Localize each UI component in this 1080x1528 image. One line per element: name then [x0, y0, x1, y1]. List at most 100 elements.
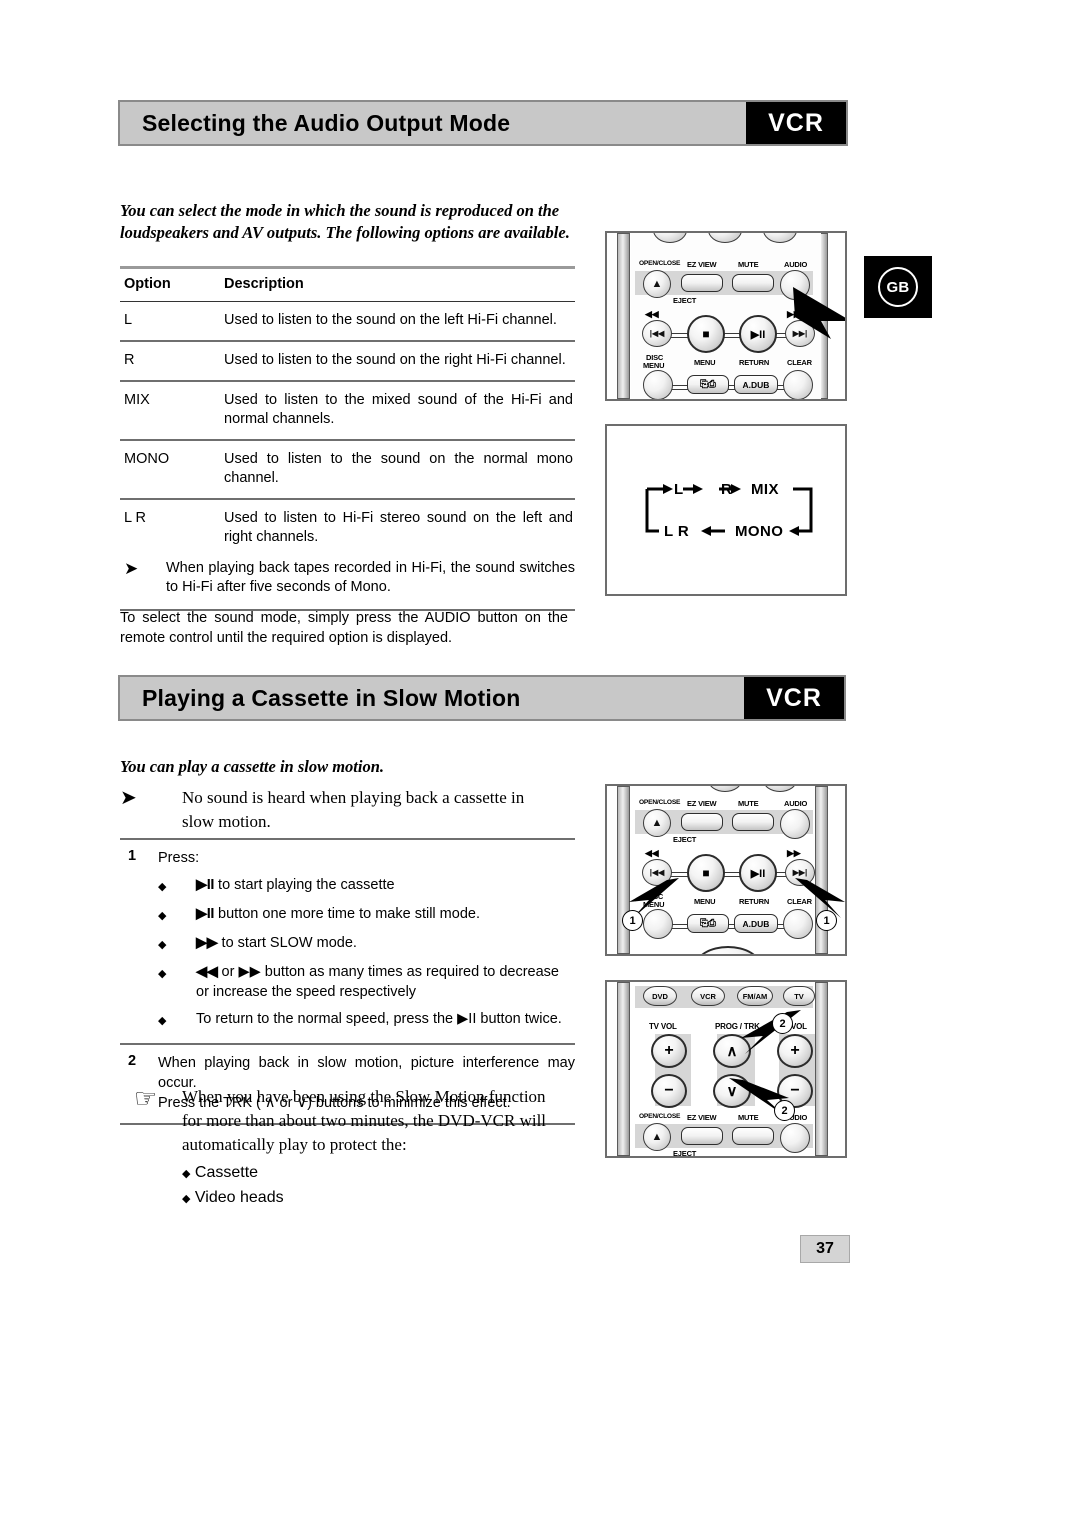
bullet-diamond-icon: ◆	[158, 1015, 167, 1027]
page-number: 37	[800, 1235, 850, 1263]
callout-1-right: 1	[816, 910, 837, 931]
label-return: RETURN	[739, 897, 770, 906]
remote-button-audio[interactable]	[780, 809, 810, 839]
remote-button-tv[interactable]: TV	[783, 986, 815, 1006]
button-glyph-fast-forward: ▶▶	[196, 935, 218, 951]
label-rew: ◀◀	[645, 848, 659, 858]
figure-audio-mode-cycle: L R MIX MONO L R	[605, 424, 847, 596]
pointing-hand-icon: ☞	[134, 1083, 158, 1113]
label-open-close: OPEN/CLOSE	[639, 799, 681, 806]
cell-option: MIX	[124, 392, 150, 408]
remote-button-fm-am[interactable]: FM/AM	[737, 986, 773, 1006]
remote-button-eject[interactable]: ▲	[643, 270, 671, 298]
label-eject: EJECT	[673, 835, 697, 844]
page-number-label: 37	[816, 1240, 834, 1257]
cell-description: Used to listen to the sound on the left …	[224, 312, 557, 328]
remote-button-ez-view[interactable]	[681, 274, 723, 292]
label-plus: +	[664, 1042, 674, 1059]
remote-button-partial-top-2[interactable]	[763, 786, 797, 792]
remote-button-mute[interactable]	[732, 813, 774, 831]
remote-button-ez-view[interactable]	[681, 1127, 723, 1145]
label-menu: MENU	[694, 897, 716, 906]
step-1-bullet: ◆ ▶▶ to start SLOW mode.	[158, 933, 575, 955]
remote-button-ez-view[interactable]	[681, 813, 723, 831]
column-header-description: Description	[224, 276, 304, 292]
remote-button-eject[interactable]: ▲	[643, 1123, 671, 1151]
column-header-option: Option	[124, 276, 171, 292]
remote-button-vcr[interactable]: VCR	[691, 986, 725, 1006]
cell-description: Used to listen to the sound on the norma…	[224, 451, 573, 486]
step-number: 1	[128, 848, 137, 864]
list-item: ◆ Video heads	[182, 1186, 552, 1211]
bullet-text: ▶▶ to start SLOW mode.	[196, 933, 575, 955]
label-fm-am: FM/AM	[742, 991, 768, 1001]
table-row: L R Used to listen to Hi-Fi stereo sound…	[120, 500, 575, 551]
remote-illustration: OPEN/CLOSE EZ VIEW MUTE AUDIO ▲ EJECT ◀◀…	[607, 233, 845, 399]
remote-button-menu[interactable]: ⎘⎙	[687, 375, 729, 394]
remote-left-edge	[617, 233, 630, 399]
label-eject: EJECT	[673, 1149, 697, 1158]
bullet-label: to start SLOW mode.	[221, 935, 357, 951]
remote-button-play-pause[interactable]: ▶II	[739, 854, 777, 892]
remote-jog-dial-partial[interactable]: ▲	[695, 946, 761, 954]
remote-button-audio[interactable]	[780, 1123, 810, 1153]
table-row: R Used to listen to the sound on the rig…	[120, 342, 575, 380]
remote-button-eject[interactable]: ▲	[643, 809, 671, 837]
label-up: ∧	[726, 1043, 738, 1060]
callout-2-lower: 2	[774, 1100, 795, 1121]
cell-option: L	[124, 312, 133, 328]
remote-button-menu[interactable]: ⎘⎙	[687, 914, 729, 933]
cell-description: Used to listen to the sound on the right…	[224, 352, 566, 368]
remote-illustration: OPEN/CLOSE EZ VIEW MUTE AUDIO ▲ EJECT ◀◀…	[607, 786, 845, 954]
remote-button-disc-menu[interactable]	[643, 370, 673, 399]
cell-description: Used to listen to the mixed sound of the…	[224, 392, 573, 427]
label-eject: EJECT	[673, 296, 697, 305]
cell-option: L R	[124, 510, 147, 526]
label-mute: MUTE	[738, 260, 759, 269]
table-row: L Used to listen to the sound on the lef…	[120, 302, 575, 340]
label-adub: A.DUB	[742, 379, 770, 390]
closing-note-list: ◆ Cassette ◆ Video heads	[182, 1161, 552, 1211]
bullet-label: to start playing the cassette	[218, 877, 395, 893]
remote-button-tv-vol-up[interactable]: +	[651, 1034, 687, 1068]
remote-button-mute[interactable]	[732, 274, 774, 292]
button-glyph-rewind: ◀◀	[196, 964, 218, 980]
remote-button-tv-vol-down[interactable]: −	[651, 1074, 687, 1108]
remote-button-stop[interactable]: ■	[687, 854, 725, 892]
bullet-diamond-icon: ◆	[158, 881, 167, 893]
section-title: Playing a Cassette in Slow Motion	[120, 677, 744, 719]
audio-option-table: Option Description L Used to listen to t…	[120, 266, 575, 611]
remote-button-skip-back[interactable]: |◀◀	[642, 320, 672, 347]
section-title: Selecting the Audio Output Mode	[120, 102, 746, 144]
closing-note-text: When you have been using the Slow Motion…	[182, 1087, 547, 1154]
cycle-diagram-arrows	[645, 484, 813, 536]
section-header-audio-output: Selecting the Audio Output Mode VCR	[118, 100, 848, 146]
remote-right-edge	[815, 982, 828, 1156]
bullet-diamond-icon: ◆	[158, 968, 167, 980]
remote-button-stop[interactable]: ■	[687, 315, 725, 353]
remote-button-clear[interactable]	[783, 370, 813, 399]
table-row: MIX Used to listen to the mixed sound of…	[120, 382, 575, 439]
cell-option: MONO	[124, 451, 170, 467]
list-item-label: Cassette	[194, 1164, 259, 1181]
section1-intro: You can select the mode in which the sou…	[120, 201, 570, 242]
slow-motion-steps: 1 Press: ◆ ▶II to start playing the cass…	[120, 838, 575, 1125]
label-menu: MENU	[694, 358, 716, 367]
remote-button-mute[interactable]	[732, 1127, 774, 1145]
remote-button-adub[interactable]: A.DUB	[734, 375, 778, 394]
remote-button-partial-top-1[interactable]	[708, 786, 742, 792]
bullet-diamond-icon: ◆	[158, 910, 167, 922]
remote-button-adub[interactable]: A.DUB	[734, 914, 778, 933]
table-header-row: Option Description	[120, 269, 575, 301]
remote-left-edge	[617, 982, 630, 1156]
section2-note-text: No sound is heard when playing back a ca…	[182, 788, 525, 831]
label-rew: ◀◀	[645, 309, 659, 319]
cycle-node-R: R	[721, 481, 733, 498]
table-subnote-text: When playing back tapes recorded in Hi-F…	[166, 560, 575, 595]
remote-button-play-pause[interactable]: ▶II	[739, 315, 777, 353]
remote-illustration: DVD VCR FM/AM TV TV VOL PROG / TRK VOL +…	[607, 982, 845, 1156]
bullet-text: ▶II button one more time to make still m…	[196, 904, 575, 926]
remote-button-dvd[interactable]: DVD	[643, 986, 677, 1006]
callout-2-upper: 2	[772, 1013, 793, 1034]
label-audio: AUDIO	[784, 260, 808, 269]
